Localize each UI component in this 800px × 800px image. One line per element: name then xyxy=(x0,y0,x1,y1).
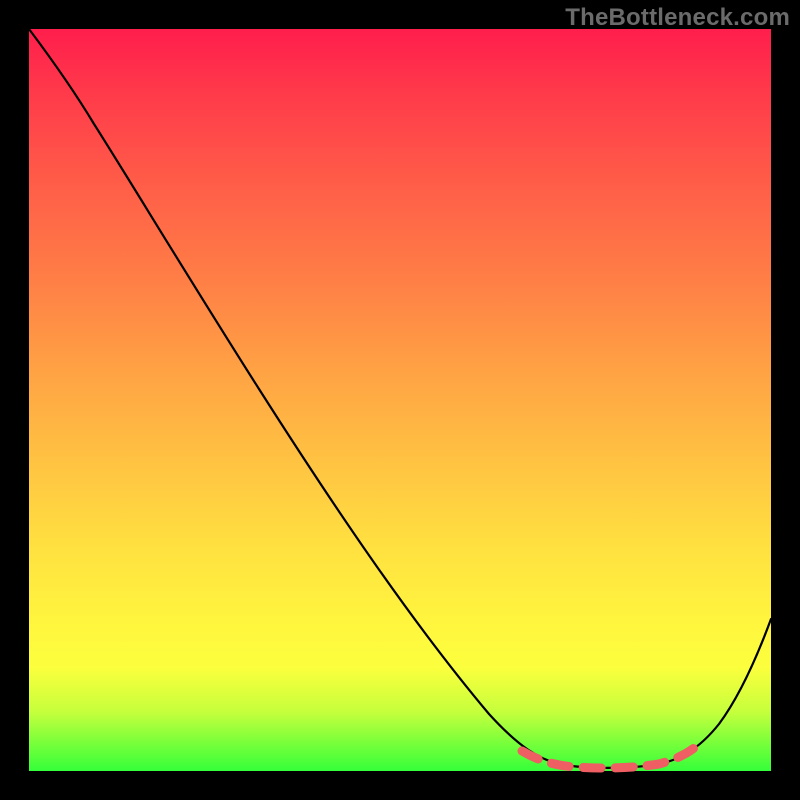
chart-frame: TheBottleneck.com xyxy=(0,0,800,800)
plot-area xyxy=(29,29,771,771)
bottleneck-curve xyxy=(29,29,771,768)
trough-highlight xyxy=(522,744,699,768)
bottleneck-curve-svg xyxy=(29,29,771,771)
watermark-text: TheBottleneck.com xyxy=(565,4,790,32)
